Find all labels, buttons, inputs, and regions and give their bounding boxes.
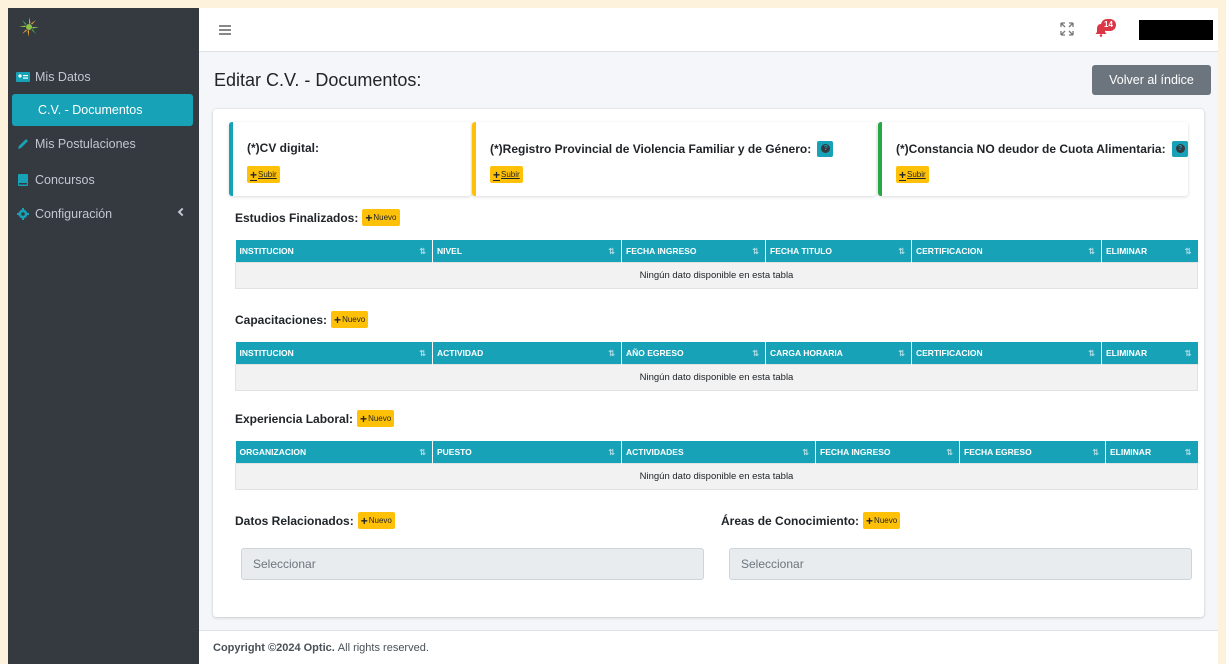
- main-content: Editar C.V. - Documentos: Volver al índi…: [199, 52, 1218, 630]
- back-to-index-button[interactable]: Volver al índice: [1092, 65, 1211, 95]
- fullscreen-icon[interactable]: [1060, 22, 1074, 36]
- empty-table-message: Ningún dato disponible en esta tabla: [235, 462, 1198, 490]
- logo-icon: [19, 17, 39, 37]
- sort-icon: ⇅: [608, 247, 615, 256]
- sidebar: Mis Datos C.V. - Documentos Mis Postulac…: [8, 8, 199, 664]
- sort-icon: ⇅: [419, 448, 426, 457]
- doc-constancia-alimentaria: (*)Constancia NO deudor de Cuota Aliment…: [878, 122, 1188, 196]
- sort-icon: ⇅: [898, 247, 905, 256]
- sidebar-item-cv-documentos[interactable]: C.V. - Documentos: [12, 94, 193, 126]
- experiencia-heading: Experiencia Laboral: + Nuevo: [235, 410, 395, 427]
- sort-icon: ⇅: [419, 349, 426, 358]
- estudios-table: INSTITUCION ⇅ NIVEL ⇅ FECHA INGRESO ⇅ FECHA…: [235, 240, 1198, 289]
- add-experiencia-button[interactable]: + Nuevo: [357, 410, 395, 427]
- sidebar-item-concursos[interactable]: Concursos: [8, 163, 199, 197]
- sort-icon: ⇅: [946, 448, 953, 457]
- column-header[interactable]: ACTIVIDADES ⇅: [621, 441, 816, 463]
- add-capacitacion-button[interactable]: + Nuevo: [331, 311, 369, 328]
- sort-icon: ⇅: [752, 247, 759, 256]
- chevron-left-icon: [177, 207, 187, 217]
- sort-icon: ⇅: [1088, 349, 1095, 358]
- column-header[interactable]: ACTIVIDAD ⇅: [432, 342, 622, 364]
- column-header[interactable]: CERTIFICACION ⇅: [911, 342, 1102, 364]
- sort-icon: ⇅: [1184, 448, 1192, 457]
- estudios-heading: Estudios Finalizados: + Nuevo: [235, 209, 400, 226]
- add-estudio-button[interactable]: + Nuevo: [362, 209, 400, 226]
- sort-icon: ⇅: [802, 448, 809, 457]
- footer: Copyright ©2024 Optic. All rights reserv…: [199, 630, 1218, 664]
- id-card-icon: [16, 72, 30, 82]
- upload-constancia-button[interactable]: + Subir: [896, 166, 929, 183]
- sidebar-item-label: Configuración: [35, 207, 113, 221]
- sidebar-item-mis-datos[interactable]: Mis Datos: [8, 60, 199, 94]
- footer-rights: All rights reserved.: [337, 641, 429, 654]
- sidebar-item-label: Mis Datos: [35, 70, 91, 84]
- sort-icon: ⇅: [752, 349, 759, 358]
- add-area-button[interactable]: + Nuevo: [863, 512, 901, 529]
- column-header[interactable]: INSTITUCION ⇅: [235, 240, 433, 262]
- add-dato-button[interactable]: + Nuevo: [357, 512, 395, 529]
- page-title: Editar C.V. - Documentos:: [214, 70, 422, 90]
- notification-badge: 14: [1101, 19, 1116, 31]
- sidebar-item-mis-postulaciones[interactable]: Mis Postulaciones: [8, 127, 199, 161]
- sort-icon: ⇅: [419, 247, 426, 256]
- capacitaciones-table: INSTITUCION ⇅ ACTIVIDAD ⇅ AÑO EGRESO ⇅ CARG…: [235, 342, 1198, 391]
- column-header[interactable]: ELIMINAR ⇅: [1101, 342, 1198, 364]
- pencil-icon: [18, 139, 28, 149]
- column-header[interactable]: PUESTO ⇅: [432, 441, 622, 463]
- column-header[interactable]: ELIMINAR ⇅: [1105, 441, 1198, 463]
- user-menu[interactable]: [1139, 20, 1213, 40]
- sort-icon: ⇅: [608, 448, 615, 457]
- datos-relacionados-select[interactable]: Seleccionar: [241, 548, 704, 580]
- sort-icon: ⇅: [608, 349, 615, 358]
- sidebar-item-label: Concursos: [35, 173, 95, 187]
- empty-table-message: Ningún dato disponible en esta tabla: [235, 261, 1198, 289]
- doc-label: (*)Constancia NO deudor de Cuota Aliment…: [896, 142, 1166, 156]
- column-header[interactable]: INSTITUCION ⇅: [235, 342, 433, 364]
- doc-registro-violencia: (*)Registro Provincial de Violencia Fami…: [472, 122, 876, 196]
- sort-icon: ⇅: [1184, 247, 1192, 256]
- areas-conocimiento-heading: Áreas de Conocimiento: + Nuevo: [721, 512, 901, 529]
- sort-icon: ⇅: [1092, 448, 1099, 457]
- areas-conocimiento-select[interactable]: Seleccionar: [729, 548, 1192, 580]
- help-icon[interactable]: [817, 141, 834, 157]
- sidebar-item-label: Mis Postulaciones: [35, 137, 136, 151]
- experiencia-table: ORGANIZACION ⇅ PUESTO ⇅ ACTIVIDADES ⇅ FECHA…: [235, 441, 1198, 490]
- column-header[interactable]: CARGA HORARIA ⇅: [765, 342, 912, 364]
- doc-cv-digital: (*)CV digital: + Subir: [229, 122, 471, 196]
- sidebar-item-label: C.V. - Documentos: [38, 103, 143, 117]
- column-header[interactable]: NIVEL ⇅: [432, 240, 622, 262]
- column-header[interactable]: AÑO EGRESO ⇅: [621, 342, 766, 364]
- top-navbar: 14: [199, 8, 1218, 52]
- column-header[interactable]: FECHA TITULO ⇅: [765, 240, 912, 262]
- column-header[interactable]: FECHA INGRESO ⇅: [815, 441, 960, 463]
- empty-table-message: Ningún dato disponible en esta tabla: [235, 363, 1198, 391]
- sort-icon: ⇅: [1184, 349, 1192, 358]
- sort-icon: ⇅: [898, 349, 905, 358]
- gear-icon: [17, 208, 29, 220]
- sort-icon: ⇅: [1088, 247, 1095, 256]
- column-header[interactable]: ELIMINAR ⇅: [1101, 240, 1198, 262]
- cv-card: (*)CV digital: + Subir (*)Registro Provin…: [213, 109, 1204, 617]
- doc-label: (*)CV digital:: [247, 141, 319, 155]
- capacitaciones-heading: Capacitaciones: + Nuevo: [235, 311, 369, 328]
- help-icon[interactable]: [1171, 141, 1188, 157]
- column-header[interactable]: FECHA INGRESO ⇅: [621, 240, 766, 262]
- column-header[interactable]: CERTIFICACION ⇅: [911, 240, 1102, 262]
- menu-icon[interactable]: [219, 25, 231, 37]
- footer-copyright: Copyright ©2024 Optic.: [213, 641, 335, 654]
- column-header[interactable]: FECHA EGRESO ⇅: [959, 441, 1106, 463]
- upload-registro-button[interactable]: + Subir: [490, 166, 523, 183]
- upload-cv-button[interactable]: + Subir: [247, 166, 280, 183]
- doc-label: (*)Registro Provincial de Violencia Fami…: [490, 142, 812, 156]
- sidebar-item-configuracion[interactable]: Configuración: [8, 197, 199, 231]
- book-icon: [18, 174, 28, 186]
- datos-relacionados-heading: Datos Relacionados: + Nuevo: [235, 512, 395, 529]
- column-header[interactable]: ORGANIZACION ⇅: [235, 441, 433, 463]
